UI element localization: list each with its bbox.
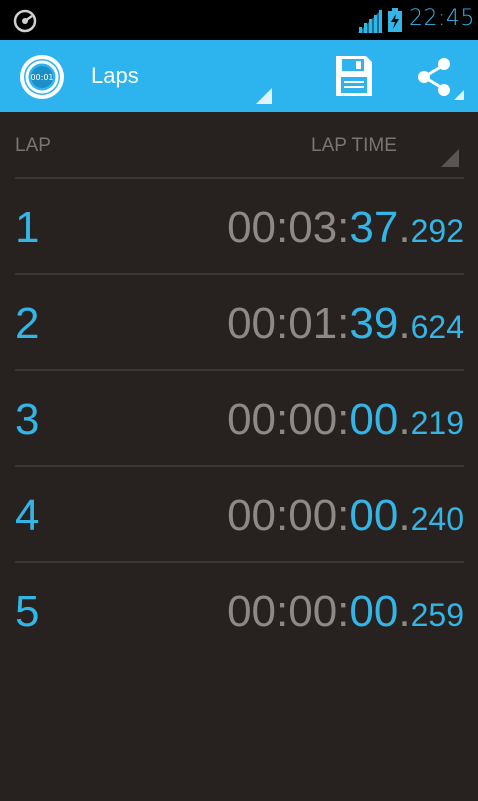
lap-time-hours-minutes: 00:03: bbox=[227, 203, 350, 252]
lap-time-hours-minutes: 00:00: bbox=[227, 395, 350, 444]
lap-time-hours-minutes: 00:01: bbox=[227, 299, 350, 348]
lap-time-hours-minutes: 00:00: bbox=[227, 491, 350, 540]
lap-row[interactable]: 1 00:03:37.292 bbox=[15, 179, 464, 275]
lap-time-seconds: 00 bbox=[349, 491, 399, 540]
lap-time: 00:00:00.219 bbox=[227, 395, 464, 445]
lap-time-seconds: 37 bbox=[349, 203, 399, 252]
lap-time-separator: . bbox=[398, 203, 411, 252]
lap-row[interactable]: 4 00:00:00.240 bbox=[15, 467, 464, 563]
lap-time-separator: . bbox=[398, 299, 411, 348]
status-time: 22:45 bbox=[409, 6, 475, 31]
action-bar: 00:01 Laps bbox=[0, 40, 478, 112]
sort-indicator-icon bbox=[441, 149, 459, 167]
lap-time-separator: . bbox=[398, 491, 411, 540]
save-button[interactable] bbox=[324, 48, 384, 104]
lap-time-separator: . bbox=[398, 395, 411, 444]
laps-list: 1 00:03:37.292 2 00:01:39.624 3 00:00:00… bbox=[15, 179, 464, 659]
stopwatch-notification-icon bbox=[13, 9, 37, 33]
header-lap-time[interactable]: LAP TIME bbox=[311, 135, 397, 157]
lap-time-seconds: 00 bbox=[349, 587, 399, 636]
spinner-title: Laps bbox=[91, 63, 139, 88]
save-icon bbox=[336, 56, 372, 96]
lap-number: 3 bbox=[15, 395, 40, 444]
lap-time: 00:03:37.292 bbox=[227, 203, 464, 253]
lap-time-milliseconds: 240 bbox=[410, 501, 464, 537]
list-header: LAP LAP TIME bbox=[15, 112, 464, 179]
lap-time: 00:00:00.259 bbox=[227, 587, 464, 637]
lap-time-milliseconds: 259 bbox=[410, 597, 464, 633]
share-button[interactable] bbox=[404, 48, 468, 104]
lap-time-milliseconds: 292 bbox=[410, 213, 464, 249]
overflow-indicator-icon bbox=[454, 90, 464, 100]
lap-row[interactable]: 3 00:00:00.219 bbox=[15, 371, 464, 467]
lap-number: 5 bbox=[15, 587, 40, 636]
lap-time: 00:01:39.624 bbox=[227, 299, 464, 349]
lap-time-seconds: 00 bbox=[349, 395, 399, 444]
lap-row[interactable]: 5 00:00:00.259 bbox=[15, 563, 464, 659]
header-lap: LAP bbox=[15, 135, 51, 156]
lap-time-seconds: 39 bbox=[349, 299, 399, 348]
lap-time-separator: . bbox=[398, 587, 411, 636]
lap-time-milliseconds: 219 bbox=[410, 405, 464, 441]
lap-number: 2 bbox=[15, 299, 40, 348]
lap-time-milliseconds: 624 bbox=[410, 309, 464, 345]
lap-row[interactable]: 2 00:01:39.624 bbox=[15, 275, 464, 371]
laps-spinner[interactable]: Laps bbox=[80, 40, 276, 112]
lap-number: 4 bbox=[15, 491, 40, 540]
lap-time: 00:00:00.240 bbox=[227, 491, 464, 541]
lap-number: 1 bbox=[15, 203, 40, 252]
app-logo-icon[interactable]: 00:01 bbox=[18, 53, 66, 101]
battery-charging-icon bbox=[388, 8, 402, 32]
dropdown-indicator-icon bbox=[256, 88, 272, 104]
app-logo-text: 00:01 bbox=[30, 73, 53, 82]
status-bar: 22:45 bbox=[0, 0, 478, 40]
signal-icon bbox=[358, 9, 382, 33]
lap-time-hours-minutes: 00:00: bbox=[227, 587, 350, 636]
